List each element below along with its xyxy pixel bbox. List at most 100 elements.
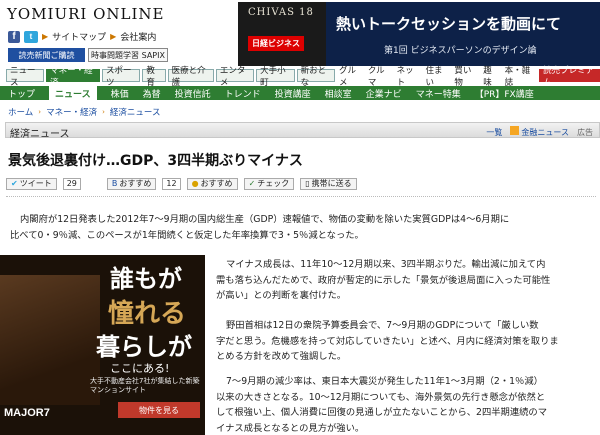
ad-room-image bbox=[0, 275, 100, 405]
text-line: 内閣府が12日発表した2012年7～9月期の国内総生産（GDP）速報値で、物価の… bbox=[20, 214, 510, 225]
category-nav-item[interactable]: ニュース bbox=[6, 66, 45, 88]
ad-brand-panel: CHIVAS 18 日経ビジネス bbox=[238, 2, 326, 66]
ad-cta-button[interactable]: 物件を見る bbox=[118, 402, 200, 418]
breadcrumb-separator-icon: › bbox=[38, 108, 42, 116]
section-nav-item[interactable]: トレンド bbox=[225, 87, 261, 100]
section-title-bar: 経済ニュース 一覧 金融ニュース 広告 bbox=[5, 122, 600, 140]
article-paragraph-1: 内閣府が12日発表した2012年7～9月期の国内総生産（GDP）速報値で、物価の… bbox=[10, 212, 596, 243]
ad-headline-3: 暮らしが bbox=[96, 332, 192, 361]
section-nav-item[interactable]: ニュース bbox=[49, 86, 97, 100]
text-line: 比べて0・9％減、このペースが1年間続くと仮定した年率換算で3・5％減となった。 bbox=[10, 229, 364, 241]
text-line: 以来の大きさとなる。10～12月期についても、海外景気の先行き懸念が依然と bbox=[216, 391, 546, 403]
mobile-send-button[interactable]: ▯ 携帯に送る bbox=[300, 177, 357, 190]
check-icon: ✓ bbox=[248, 179, 256, 188]
category-nav: ニュース マネー・経済 スポーツ 教育 医療と介護 エンタメ 大手小町 新おとな グルメ クルマネ… bbox=[0, 66, 600, 88]
text-line: マイナス成長は、11年10～12月期以来、3四半期ぶりだ。輸出減に加えて内 bbox=[226, 259, 546, 270]
site-header: YOMIURI ONLINE f t ▶ サイトマップ ▶ 会社案内 読売新聞ご… bbox=[0, 0, 600, 68]
section-nav-item[interactable]: 株価 bbox=[111, 87, 129, 100]
category-nav-item[interactable]: 買い物 bbox=[452, 66, 479, 88]
mixi-button[interactable]: ● おすすめ bbox=[186, 177, 238, 190]
article-paragraph-4: 7～9月期の減少率は、東日本大震災が発生した11年1～3月期（2・1％減） 以来… bbox=[216, 374, 596, 435]
category-nav-item[interactable]: 大手小町 bbox=[256, 66, 295, 88]
ad-headline: 熱いトークセッションを動画にて bbox=[336, 15, 562, 33]
section-nav-item[interactable]: 投資講座 bbox=[275, 87, 311, 100]
facebook-icon[interactable]: f bbox=[8, 30, 20, 43]
section-nav-item[interactable]: 【PR】FX講座 bbox=[475, 87, 534, 100]
ad-headline-2: 憧れる bbox=[108, 299, 187, 329]
company-link[interactable]: 会社案内 bbox=[120, 30, 156, 43]
hatena-button[interactable]: B おすすめ bbox=[106, 177, 157, 190]
text-line: 野田首相は12日の衆院予算委員会で、7～9月期のGDPについて「厳しい数 bbox=[226, 320, 539, 331]
rss-label: 金融ニュース bbox=[521, 128, 569, 137]
social-share-row: ✔ ツイート 29 B おすすめ 12 ● おすすめ ✓ チェック ▯ 携帯に送る bbox=[6, 176, 596, 191]
divider bbox=[6, 196, 596, 197]
article-title: 景気後退裏付け…GDP、3四半期ぶりマイナス bbox=[8, 153, 303, 169]
text-line: イナス成長となるとの見方が強い。 bbox=[216, 422, 365, 434]
article-paragraph-3: 野田首相は12日の衆院予算委員会で、7～9月期のGDPについて「厳しい数 字だと… bbox=[216, 318, 596, 365]
ad-sponsor: 日経ビジネス bbox=[248, 36, 304, 51]
section-nav-item[interactable]: 投資信託 bbox=[175, 87, 211, 100]
ad-subtext: 第1回 ビジネスパーソンのデザイン論 bbox=[384, 46, 537, 56]
mobile-label: 携帯に送る bbox=[311, 179, 352, 188]
arrow-icon: ▶ bbox=[110, 32, 117, 41]
section-nav-item[interactable]: トップ bbox=[8, 87, 35, 100]
text-line: が高い」との判断を裏付けた。 bbox=[216, 290, 347, 301]
category-nav-item[interactable]: 教育 bbox=[142, 66, 166, 88]
text-line: 7～9月期の減少率は、東日本大震災が発生した11年1～3月期（2・1％減） bbox=[226, 376, 543, 387]
check-label: チェック bbox=[257, 179, 290, 188]
header-subnav: f t ▶ サイトマップ ▶ 会社案内 bbox=[8, 30, 156, 43]
text-line: 字だと思う。危機感を持って対応していきたい」と述べ、月内に経済対策を取りま bbox=[216, 335, 559, 347]
breadcrumb-econ-news[interactable]: 経済ニュース bbox=[110, 106, 161, 118]
side-banner-ad[interactable]: 誰もが 憧れる 暮らしが ここにある! 大手不動産会社7社が集結した新築マンショ… bbox=[0, 255, 205, 435]
category-nav-item[interactable]: 住まい bbox=[423, 66, 450, 88]
category-nav-item[interactable]: 本・雑誌 bbox=[503, 66, 538, 88]
text-line: 需も落ち込んだためで、政府が暫定的に示した「景気が後退局面に入った可能性 bbox=[216, 274, 551, 286]
category-nav-item[interactable]: クルマ bbox=[366, 66, 393, 88]
category-nav-item[interactable]: 読売プレミアム bbox=[539, 66, 600, 88]
hatena-label: おすすめ bbox=[119, 179, 152, 188]
breadcrumb-separator-icon: › bbox=[102, 108, 105, 116]
subscribe-button[interactable]: 読売新聞ご購読 bbox=[8, 48, 85, 62]
section-nav-item[interactable]: 為替 bbox=[143, 87, 161, 100]
category-nav-item[interactable]: スポーツ bbox=[101, 66, 141, 88]
twitter-icon: ✔ bbox=[11, 179, 18, 188]
category-nav-item[interactable]: マネー・経済 bbox=[46, 66, 100, 88]
category-nav-item[interactable]: グルメ bbox=[337, 66, 364, 88]
top-banner-ad[interactable]: CHIVAS 18 日経ビジネス 熱いトークセッションを動画にて 第1回 ビジネ… bbox=[238, 2, 600, 66]
site-logo[interactable]: YOMIURI ONLINE bbox=[7, 5, 165, 23]
section-nav-item[interactable]: 企業ナビ bbox=[366, 87, 402, 100]
text-line: とめる方針を改めて強調した。 bbox=[216, 351, 347, 362]
twitter-icon[interactable]: t bbox=[24, 30, 38, 43]
article-paragraph-2: マイナス成長は、11年10～12月期以来、3四半期ぶりだ。輸出減に加えて内 需も… bbox=[216, 257, 596, 304]
ad-headline-1: 誰もが bbox=[110, 264, 182, 293]
list-link[interactable]: 一覧 bbox=[486, 127, 502, 138]
rss-icon bbox=[510, 126, 520, 135]
hatena-icon: B bbox=[111, 179, 118, 188]
hatena-count: 12 bbox=[162, 177, 181, 190]
category-nav-item[interactable]: ネット bbox=[395, 66, 422, 88]
tweet-count: 29 bbox=[62, 177, 81, 190]
breadcrumb-money[interactable]: マネー・経済 bbox=[46, 106, 97, 118]
category-nav-item[interactable]: 医療と介護 bbox=[167, 66, 214, 88]
ad-label: 広告 bbox=[577, 127, 593, 137]
tweet-button[interactable]: ✔ ツイート bbox=[6, 177, 57, 190]
sapix-button[interactable]: 時事問題学習 SAPIX bbox=[88, 48, 168, 62]
category-nav-item[interactable]: 趣味 bbox=[481, 66, 500, 88]
ad-headline-4: ここにある! bbox=[110, 362, 170, 375]
rss-link[interactable]: 金融ニュース bbox=[510, 126, 569, 138]
category-nav-item[interactable]: エンタメ bbox=[215, 66, 255, 88]
mixi-icon: ● bbox=[191, 179, 199, 188]
breadcrumb: ホーム › マネー・経済 › 経済ニュース bbox=[8, 106, 160, 118]
arrow-icon: ▶ bbox=[42, 32, 49, 41]
mobile-icon: ▯ bbox=[305, 179, 310, 188]
section-nav: トップ ニュース 株価 為替 投資信託 トレンド 投資講座 相談室 企業ナビ マネー特集 【PR】F… bbox=[0, 86, 600, 100]
ad-logo: MAJOR7 bbox=[4, 407, 50, 419]
check-button[interactable]: ✓ チェック bbox=[243, 177, 295, 190]
section-nav-item[interactable]: マネー特集 bbox=[416, 87, 461, 100]
category-nav-item[interactable]: 新おとな bbox=[296, 66, 335, 88]
mixi-label: おすすめ bbox=[200, 179, 233, 188]
sitemap-link[interactable]: サイトマップ bbox=[52, 30, 106, 43]
ad-description: 大手不動産会社7社が集結した新築マンションサイト bbox=[90, 377, 200, 394]
section-nav-item[interactable]: 相談室 bbox=[325, 87, 352, 100]
breadcrumb-home[interactable]: ホーム bbox=[8, 106, 33, 118]
